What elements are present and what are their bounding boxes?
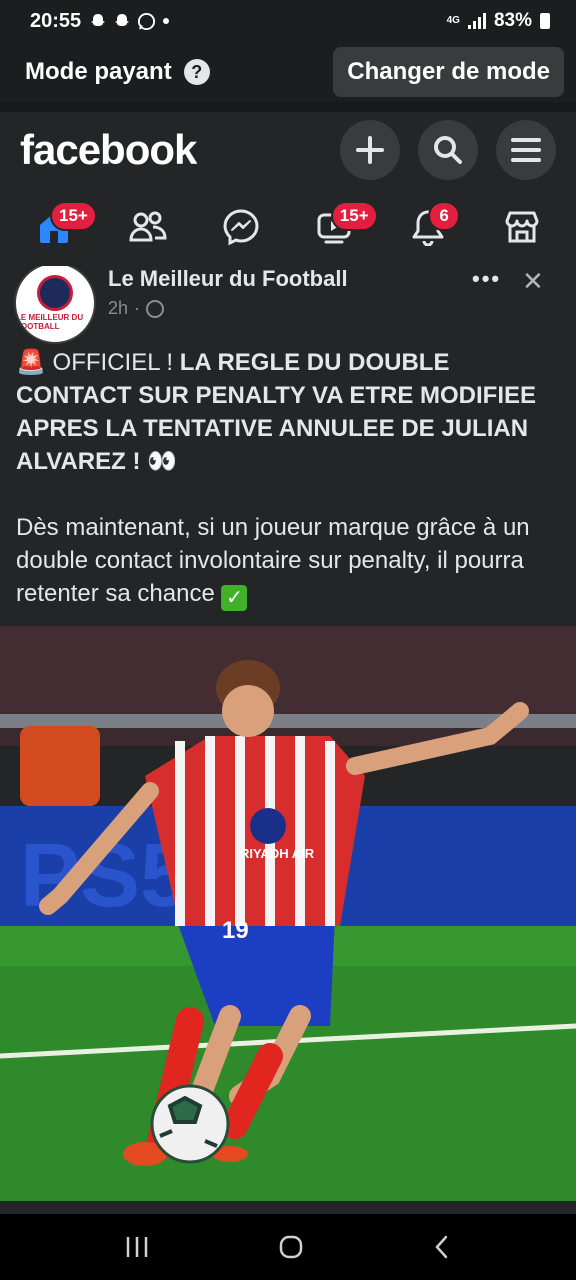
check-icon: ✓ bbox=[221, 585, 248, 611]
hide-post-button[interactable]: ✕ bbox=[522, 266, 544, 297]
snapchat-icon-2 bbox=[115, 14, 130, 26]
status-bar: 20:55 4G 83% bbox=[0, 0, 576, 42]
snapchat-icon bbox=[91, 14, 106, 26]
home-badge: 15+ bbox=[50, 201, 97, 231]
notifications-badge: 6 bbox=[428, 201, 460, 231]
post-body: Dès maintenant, si un joueur marque grâc… bbox=[16, 514, 530, 607]
menu-button[interactable] bbox=[496, 120, 556, 180]
tab-friends[interactable] bbox=[120, 199, 176, 255]
app-header: facebook bbox=[0, 112, 576, 188]
network-type: 4G bbox=[446, 15, 460, 26]
page-avatar[interactable]: LE MEILLEUR DU FOOTBALL bbox=[14, 266, 96, 344]
status-right: 4G 83% bbox=[447, 10, 550, 32]
battery-percent: 83% bbox=[493, 10, 532, 31]
feed-post: LE MEILLEUR DU FOOTBALL Le Meilleur du F… bbox=[0, 266, 576, 1208]
battery-icon bbox=[540, 13, 550, 29]
globe-icon bbox=[146, 299, 165, 318]
jersey-sponsor: RIYADH AIR bbox=[240, 846, 315, 861]
player-photo: PS5 RIYADH AIR 19 bbox=[0, 626, 576, 1201]
mode-bar: Mode payant ? Changer de mode bbox=[0, 42, 576, 102]
post-body-paragraph: Dès maintenant, si un joueur marque grâc… bbox=[16, 511, 561, 611]
post-image[interactable]: PS5 RIYADH AIR 19 bbox=[0, 626, 576, 1201]
home-nav-icon[interactable] bbox=[278, 1234, 304, 1260]
mode-label: Mode payant bbox=[25, 58, 172, 85]
avatar-logo-icon bbox=[37, 275, 73, 311]
plus-icon bbox=[356, 136, 384, 164]
post-header: LE MEILLEUR DU FOOTBALL Le Meilleur du F… bbox=[0, 266, 576, 344]
marketplace-icon bbox=[505, 211, 539, 243]
whatsapp-icon bbox=[138, 12, 156, 30]
tab-home[interactable]: 15+ bbox=[26, 199, 97, 255]
tab-bar: 15+ 15+ 6 bbox=[0, 188, 576, 266]
tab-messenger[interactable] bbox=[213, 199, 269, 255]
signal-icon bbox=[467, 13, 486, 29]
meta-separator: · bbox=[134, 298, 141, 318]
post-time[interactable]: 2h bbox=[108, 298, 128, 319]
jersey-number: 19 bbox=[222, 917, 249, 944]
recent-apps-icon[interactable] bbox=[124, 1235, 150, 1259]
back-icon[interactable] bbox=[432, 1234, 452, 1260]
post-intro: 🚨 OFFICIEL ! bbox=[16, 349, 180, 376]
help-icon[interactable]: ? bbox=[183, 59, 210, 85]
video-badge: 15+ bbox=[330, 201, 378, 231]
change-mode-button[interactable]: Changer de mode bbox=[333, 47, 564, 97]
post-headline: 🚨 OFFICIEL ! LA REGLE DU DOUBLE CONTACT … bbox=[16, 346, 561, 478]
notification-icons bbox=[89, 12, 170, 31]
post-text: 🚨 OFFICIEL ! LA REGLE DU DOUBLE CONTACT … bbox=[16, 346, 561, 611]
tab-video[interactable]: 15+ bbox=[307, 199, 378, 255]
messenger-icon bbox=[223, 209, 259, 246]
dot-icon bbox=[163, 18, 170, 24]
system-nav-bar bbox=[0, 1214, 576, 1280]
facebook-logo[interactable]: facebook bbox=[20, 126, 197, 174]
tab-marketplace[interactable] bbox=[494, 199, 550, 255]
page-name[interactable]: Le Meilleur du Football bbox=[108, 266, 348, 292]
tab-notifications[interactable]: 6 bbox=[400, 199, 460, 255]
post-meta: 2h · bbox=[108, 298, 165, 319]
eyes-emoji: 👀 bbox=[140, 448, 177, 475]
search-button[interactable] bbox=[418, 120, 478, 180]
more-options-button[interactable]: ••• bbox=[472, 266, 501, 292]
mode-label-group: Mode payant ? bbox=[25, 58, 210, 86]
menu-icon bbox=[511, 138, 541, 162]
friends-icon bbox=[129, 211, 167, 242]
divider bbox=[0, 102, 576, 112]
search-icon bbox=[434, 136, 462, 164]
status-left: 20:55 bbox=[30, 10, 170, 33]
avatar-text: LE MEILLEUR DU FOOTBALL bbox=[16, 313, 84, 331]
status-time: 20:55 bbox=[30, 9, 82, 32]
reactions-row[interactable] bbox=[0, 1201, 576, 1208]
create-button[interactable] bbox=[340, 120, 400, 180]
header-actions bbox=[340, 120, 556, 180]
